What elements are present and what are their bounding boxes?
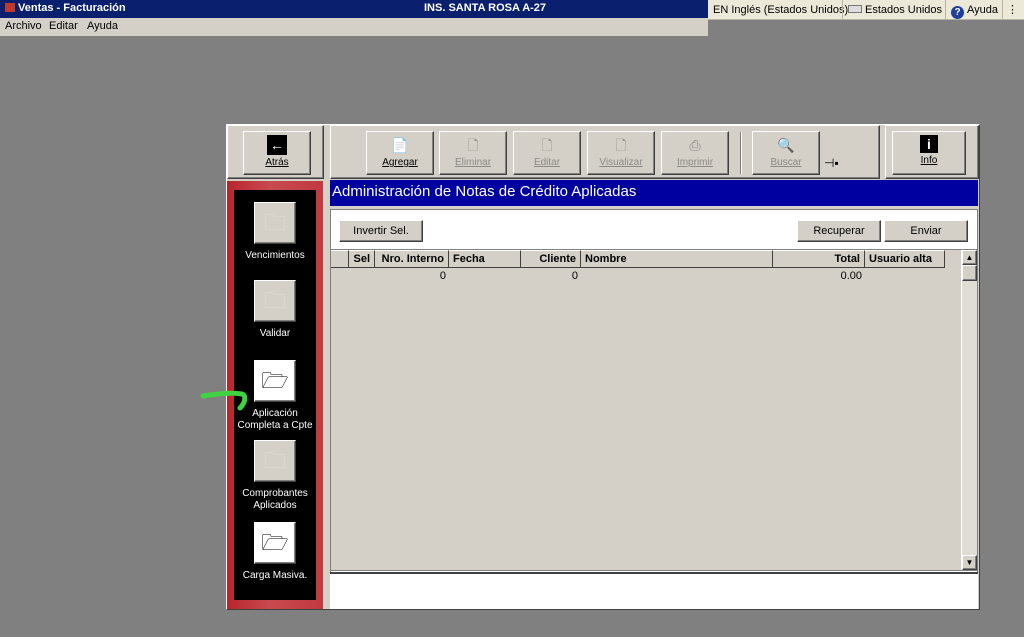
scroll-down-icon[interactable]: ▼ [962, 555, 977, 570]
add-button[interactable]: 📄 Agregar [366, 131, 434, 175]
cell-cliente: 0 [571, 270, 578, 282]
info-icon: i [920, 135, 938, 153]
search-icon: 🔍 [777, 137, 795, 153]
send-button[interactable]: Enviar [884, 220, 968, 242]
pin-icon[interactable]: ⊣▪ [824, 156, 839, 170]
app-window: ← Atrás 📄 Agregar 🗋 Eliminar 🗋 Editar 🗋 … [226, 124, 980, 610]
delete-button[interactable]: 🗋 Eliminar [439, 131, 507, 175]
info-panel: i Info [885, 125, 979, 179]
app-icon [5, 3, 15, 12]
sidebar-item-comprobantes-aplicados[interactable]: 🗀 Comprobantes Aplicados [234, 440, 316, 512]
add-document-icon: 📄 [391, 137, 409, 153]
column-header-nombre[interactable]: Nombre [581, 250, 773, 268]
sidebar-item-vencimientos[interactable]: 🗀 Vencimientos [234, 202, 316, 262]
help-icon: ? [951, 6, 964, 19]
sidebar-item-validar[interactable]: 🗀 Validar [234, 280, 316, 340]
edit-document-icon: 🗋 [541, 137, 553, 153]
view-document-icon: 🗋 [615, 137, 627, 153]
search-button[interactable]: 🔍 Buscar [752, 131, 820, 175]
folder-open-icon: 🗁 [254, 360, 296, 402]
menu-ayuda[interactable]: Ayuda [87, 20, 118, 32]
menu-archivo[interactable]: Archivo [5, 20, 42, 32]
row-selector-header [331, 250, 349, 268]
window-center-title: INS. SANTA ROSA A-27 [424, 2, 547, 14]
view-button[interactable]: 🗋 Visualizar [587, 131, 655, 175]
help-button[interactable]: ? Ayuda [945, 0, 1003, 20]
back-button[interactable]: ← Atrás [243, 131, 311, 175]
column-header-fecha[interactable]: Fecha [449, 250, 521, 268]
column-header-cliente[interactable]: Cliente [521, 250, 581, 268]
folder-open-icon: 🗁 [254, 522, 296, 564]
recover-button[interactable]: Recuperar [797, 220, 881, 242]
menu-editar[interactable]: Editar [49, 20, 78, 32]
annotation-arrow-icon [200, 390, 248, 411]
column-header-nro-interno[interactable]: Nro. Interno [375, 250, 449, 268]
cell-total: 0.00 [840, 270, 862, 282]
printer-icon: ⎙ [689, 137, 701, 153]
column-header-sel[interactable]: Sel [349, 250, 375, 268]
arrow-left-icon: ← [267, 135, 287, 155]
sidebar-item-carga-masiva[interactable]: 🗁 Carga Masiva. [234, 522, 316, 582]
window-title: Ventas - Facturación [5, 2, 126, 14]
keyboard-indicator[interactable]: Estados Unidos [842, 0, 947, 20]
keyboard-icon [848, 5, 862, 13]
menu-bar: Archivo Editar Ayuda [0, 18, 708, 36]
info-button[interactable]: i Info [892, 131, 966, 175]
column-header-usuario-alta[interactable]: Usuario alta [865, 250, 945, 268]
data-grid: Sel Nro. Interno Fecha Cliente Nombre To… [330, 249, 978, 571]
status-box [330, 572, 978, 609]
folder-icon: 🗀 [254, 280, 296, 322]
column-header-total[interactable]: Total [773, 250, 865, 268]
delete-document-icon: 🗋 [467, 137, 479, 153]
print-button[interactable]: ⎙ Imprimir [661, 131, 729, 175]
folder-icon: 🗀 [254, 202, 296, 244]
system-bar: EN Inglés (Estados Unidos) Estados Unido… [708, 0, 1024, 20]
page-title: Administración de Notas de Crédito Aplic… [330, 180, 978, 206]
cell-nro-interno: 0 [439, 270, 446, 282]
scroll-up-icon[interactable]: ▲ [962, 250, 977, 265]
edit-button[interactable]: 🗋 Editar [513, 131, 581, 175]
back-panel: ← Atrás [227, 125, 324, 179]
vertical-scrollbar[interactable]: ▲ ▼ [961, 250, 977, 570]
options-arrow[interactable]: ⋮ [1002, 0, 1024, 20]
toolbar-divider [740, 132, 742, 174]
folder-icon: 🗀 [254, 440, 296, 482]
language-indicator[interactable]: EN Inglés (Estados Unidos) [708, 0, 853, 20]
title-bar: Ventas - Facturación INS. SANTA ROSA A-2… [0, 0, 708, 18]
toolbar: 📄 Agregar 🗋 Eliminar 🗋 Editar 🗋 Visualiz… [330, 125, 880, 179]
scroll-thumb[interactable] [962, 265, 977, 281]
invert-selection-button[interactable]: Invertir Sel. [339, 220, 423, 242]
